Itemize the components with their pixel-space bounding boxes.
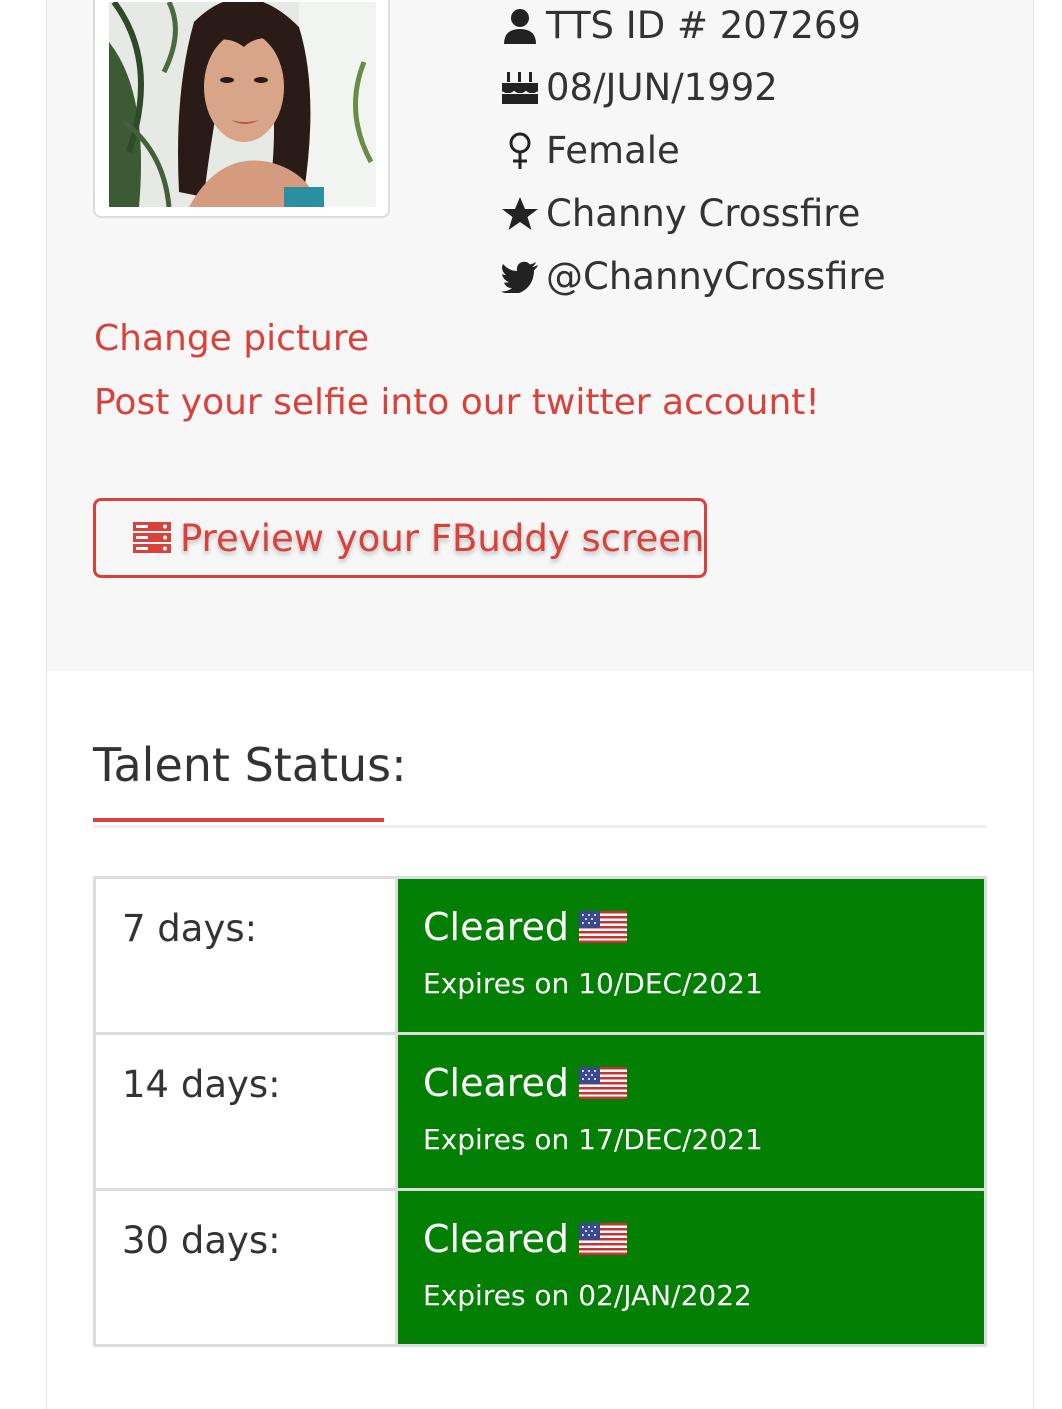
tts-id: TTS ID # 207269 (546, 4, 861, 47)
post-selfie-link[interactable]: Post your selfie into our twitter accoun… (94, 382, 820, 423)
expiry-date: Expires on 02/JAN/2022 (423, 1279, 752, 1312)
birthdate: 08/JUN/1992 (546, 66, 778, 109)
stage-name: Channy Crossfire (546, 192, 861, 235)
title-underline (93, 818, 384, 822)
gender-row: Female (500, 129, 680, 172)
female-symbol-icon (500, 131, 540, 171)
birthdate-row: 08/JUN/1992 (500, 66, 778, 109)
status-cell: Cleared Expires on 10/DEC/2021 (395, 876, 987, 1035)
user-icon (500, 6, 540, 46)
preview-button-label: Preview your FBuddy screen (180, 516, 705, 560)
card-border (1033, 0, 1034, 1409)
twitter-row[interactable]: @ChannyCrossfire (500, 255, 886, 298)
table-row: 30 days: Cleared Expires on 02/JAN/2022 (93, 1188, 987, 1347)
us-flag-icon (579, 911, 628, 943)
status-cell: Cleared Expires on 17/DEC/2021 (395, 1032, 987, 1191)
title-divider (93, 825, 987, 828)
period-cell: 30 days: (93, 1188, 398, 1347)
profile-photo (109, 2, 376, 207)
stage-name-row: Channy Crossfire (500, 192, 860, 235)
status-label: Cleared (423, 1061, 570, 1105)
status-label: Cleared (423, 905, 570, 949)
expiry-date: Expires on 17/DEC/2021 (423, 1123, 763, 1156)
status-cell: Cleared Expires on 02/JAN/2022 (395, 1188, 987, 1347)
expiry-date: Expires on 10/DEC/2021 (423, 967, 763, 1000)
profile-page: TTS ID # 207269 08/JUN/1992 Female Chann… (0, 0, 1062, 1409)
server-icon (132, 521, 172, 555)
birthday-cake-icon (500, 68, 540, 108)
period-cell: 7 days: (93, 876, 398, 1035)
table-row: 14 days: Cleared Expires on 17/DEC/2021 (93, 1032, 987, 1191)
change-picture-link[interactable]: Change picture (94, 318, 369, 359)
preview-fbuddy-button[interactable]: Preview your FBuddy screen (93, 498, 707, 578)
table-row: 7 days: Cleared Expires on 10/DEC/2021 (93, 876, 987, 1035)
twitter-handle[interactable]: @ChannyCrossfire (546, 255, 886, 298)
profile-photo-frame (93, 0, 390, 218)
tts-id-row: TTS ID # 207269 (500, 4, 861, 47)
period-cell: 14 days: (93, 1032, 398, 1191)
talent-status-title: Talent Status: (93, 738, 407, 792)
status-label: Cleared (423, 1217, 570, 1261)
twitter-icon (500, 257, 540, 297)
us-flag-icon (579, 1223, 628, 1255)
talent-status-table: 7 days: Cleared Expires on 10/DEC/2021 1… (93, 876, 987, 1347)
star-icon (500, 194, 540, 234)
us-flag-icon (579, 1067, 628, 1099)
gender: Female (546, 129, 680, 172)
